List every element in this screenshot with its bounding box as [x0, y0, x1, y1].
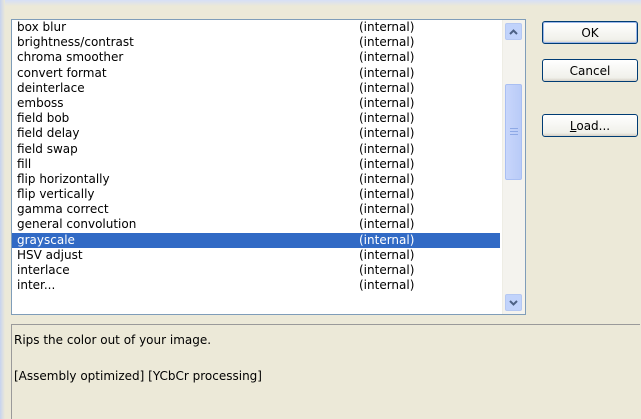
filter-type: (internal)	[359, 35, 415, 50]
filter-type: (internal)	[359, 20, 415, 34]
filter-name: convert format	[17, 65, 107, 80]
filter-type: (internal)	[359, 187, 415, 202]
filter-type: (internal)	[359, 217, 415, 232]
ok-button[interactable]: OK	[542, 21, 638, 44]
filter-type: (internal)	[359, 278, 415, 293]
filter-list-item[interactable]: gamma correct (internal)	[12, 202, 500, 217]
filter-list-item[interactable]: box blur (internal)	[12, 20, 500, 35]
window-frame-top	[0, 0, 641, 6]
filter-name: box blur	[17, 20, 66, 34]
filter-list-item[interactable]: flip vertically (internal)	[12, 187, 500, 202]
filter-list-item[interactable]: deinterlace (internal)	[12, 81, 500, 96]
filter-list-item[interactable]: field delay (internal)	[12, 126, 500, 141]
filter-name: field swap	[17, 141, 78, 156]
filter-type: (internal)	[359, 232, 415, 247]
filter-type: (internal)	[359, 263, 415, 277]
filter-list-item[interactable]: flip horizontally (internal)	[12, 172, 500, 187]
filter-list-item[interactable]: field swap (internal)	[12, 142, 500, 157]
thumb-grip-line	[510, 134, 518, 135]
filter-name: field bob	[17, 111, 70, 126]
chevron-down-icon	[509, 299, 518, 306]
scroll-thumb[interactable]	[505, 84, 522, 180]
filter-name: gamma correct	[17, 202, 109, 217]
filter-list-item[interactable]: chroma smoother (internal)	[12, 50, 500, 65]
filter-type: (internal)	[359, 171, 415, 186]
thumb-grip-line	[510, 128, 518, 129]
cancel-button-label: Cancel	[569, 63, 611, 78]
load-button-label: Load...	[570, 119, 610, 133]
filter-type: (internal)	[359, 65, 415, 80]
filter-type: (internal)	[359, 50, 415, 65]
filter-list-item[interactable]: brightness/contrast (internal)	[12, 35, 500, 50]
filter-type: (internal)	[359, 95, 415, 110]
thumb-grip-line	[510, 131, 518, 132]
filter-name: chroma smoother	[17, 50, 124, 65]
filter-name: fill	[17, 156, 32, 171]
scroll-up-button[interactable]	[505, 23, 522, 40]
filter-type: (internal)	[359, 247, 415, 262]
filter-type: (internal)	[359, 202, 415, 217]
load-label-rest: oad...	[576, 118, 611, 133]
description-capabilities: [Assembly optimized] [YCbCr processing]	[14, 369, 262, 383]
filter-list-item[interactable]: emboss (internal)	[12, 96, 500, 111]
filter-list-scrollbar[interactable]	[502, 20, 525, 314]
filter-list-item[interactable]: convert format (internal)	[12, 66, 500, 81]
filter-description-panel: Rips the color out of your image. [Assem…	[11, 324, 640, 419]
filter-list-item[interactable]: general convolution (internal)	[12, 217, 500, 232]
filter-name: interlace	[17, 263, 70, 277]
filter-name: HSV adjust	[17, 247, 83, 262]
filter-list[interactable]: box blur (internal) brightness/contrast (in…	[11, 19, 526, 315]
filter-name: emboss	[17, 95, 64, 110]
chevron-up-icon	[509, 28, 518, 35]
filter-name: flip horizontally	[17, 171, 110, 186]
filter-name: brightness/contrast	[17, 35, 134, 50]
filter-type: (internal)	[359, 141, 415, 156]
filter-type: (internal)	[359, 126, 415, 141]
load-button[interactable]: Load...	[542, 114, 638, 137]
window-frame-left	[0, 0, 5, 419]
description-text: Rips the color out of your image.	[14, 333, 212, 347]
filter-list-item[interactable]: inter... (internal)	[12, 278, 500, 293]
filter-type: (internal)	[359, 111, 415, 126]
filter-name: inter...	[17, 278, 56, 293]
ok-button-label: OK	[581, 25, 599, 40]
filter-list-item[interactable]: fill (internal)	[12, 157, 500, 172]
filter-name: flip vertically	[17, 187, 95, 202]
filter-list-item[interactable]: HSV adjust (internal)	[12, 248, 500, 263]
scroll-down-button[interactable]	[505, 294, 522, 311]
filter-list-item[interactable]: grayscale (internal)	[12, 232, 500, 248]
filter-type: (internal)	[359, 156, 415, 171]
cancel-button[interactable]: Cancel	[542, 59, 638, 82]
filter-list-item[interactable]: field bob (internal)	[12, 111, 500, 126]
filter-name: general convolution	[17, 217, 137, 232]
filter-type: (internal)	[359, 80, 415, 95]
filter-list-item[interactable]: interlace (internal)	[12, 263, 500, 278]
filter-name: deinterlace	[17, 80, 85, 95]
filter-list-items: box blur (internal) brightness/contrast (in…	[12, 20, 500, 293]
filter-name: field delay	[17, 126, 80, 141]
filter-name: grayscale	[17, 232, 75, 247]
